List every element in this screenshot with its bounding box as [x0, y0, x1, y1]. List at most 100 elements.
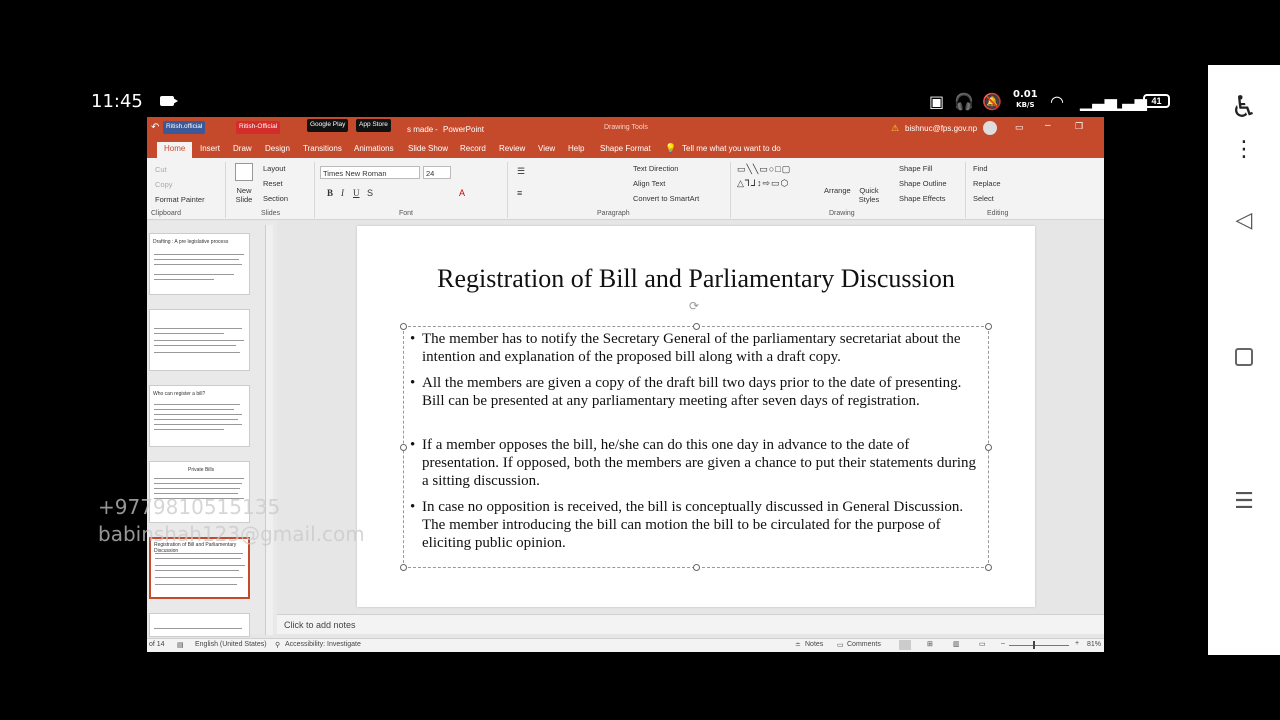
thumbnail-title: Drafting : A pre legislative process	[153, 239, 229, 245]
accessibility-icon[interactable]: ♿	[1208, 90, 1280, 125]
slide-count: of 14	[149, 641, 165, 648]
align-left-icon[interactable]: ≡	[517, 188, 522, 198]
format-painter-button[interactable]: Format Painter	[155, 195, 205, 204]
home-icon[interactable]	[1208, 348, 1280, 370]
tab-review[interactable]: Review	[499, 144, 525, 153]
reset-button[interactable]: Reset	[263, 179, 283, 188]
text-direction-button[interactable]: Text Direction	[633, 164, 678, 173]
resize-handle[interactable]	[400, 323, 407, 330]
thumbnail-slide[interactable]	[149, 309, 250, 371]
wifi-icon: ◠	[1050, 92, 1064, 111]
tab-shape-format[interactable]: Shape Format	[600, 144, 651, 153]
user-account[interactable]: bishnuc@fps.gov.np	[905, 124, 977, 133]
tab-draw[interactable]: Draw	[233, 144, 252, 153]
thumbnail-slide[interactable]: Drafting : A pre legislative process	[149, 233, 250, 295]
normal-view-icon[interactable]	[899, 640, 911, 650]
zoom-slider-thumb[interactable]	[1033, 641, 1035, 649]
cast-icon: ▣	[929, 92, 945, 111]
new-slide-button[interactable]: New Slide	[232, 186, 256, 204]
tab-view[interactable]: View	[538, 144, 555, 153]
font-color-button[interactable]: A	[459, 188, 465, 198]
resize-handle[interactable]	[985, 323, 992, 330]
bullets-icon[interactable]: ☰	[517, 166, 525, 177]
slide-canvas[interactable]: Registration of Bill and Parliamentary D…	[357, 226, 1035, 607]
shapes-gallery-row2[interactable]: △⅂⅃↕⇨▭⬡	[737, 178, 789, 189]
zoom-out-icon[interactable]: –	[1001, 640, 1005, 647]
content-textbox[interactable]: The member has to notify the Secretary G…	[400, 323, 992, 571]
quick-styles-button[interactable]: Quick Styles	[856, 186, 882, 204]
notes-button[interactable]: Notes	[805, 641, 823, 648]
youtube-badge: Ritish-Official	[236, 121, 281, 134]
paragraph-group-label: Paragraph	[597, 210, 630, 217]
accessibility-status[interactable]: Accessibility: Investigate	[285, 641, 361, 648]
notes-pane[interactable]: Click to add notes	[277, 614, 1104, 634]
status-time: 11:45	[91, 91, 143, 112]
undo-icon[interactable]: ↶	[151, 122, 159, 133]
copy-button[interactable]: Copy	[155, 180, 173, 189]
find-button[interactable]: Find	[973, 164, 988, 173]
align-text-button[interactable]: Align Text	[633, 179, 665, 188]
bullet-point: All the members are given a copy of the …	[410, 374, 982, 410]
section-button[interactable]: Section	[263, 194, 288, 203]
shape-fill-button[interactable]: Shape Fill	[899, 164, 932, 173]
resize-handle[interactable]	[693, 564, 700, 571]
bullet-point: The member has to notify the Secretary G…	[410, 330, 982, 366]
shape-outline-button[interactable]: Shape Outline	[899, 179, 947, 188]
recents-icon[interactable]: ☰	[1208, 489, 1280, 514]
underline-button[interactable]: U	[353, 188, 360, 198]
ribbon-display-icon[interactable]: ▭	[1015, 122, 1024, 133]
slide-sorter-icon[interactable]: ⊞	[927, 640, 933, 648]
resize-handle[interactable]	[985, 444, 992, 451]
tab-transitions[interactable]: Transitions	[303, 144, 342, 153]
tab-insert[interactable]: Insert	[200, 144, 220, 153]
shadow-button[interactable]: S	[367, 188, 373, 198]
rotate-handle-icon[interactable]: ⟳	[689, 299, 699, 313]
tab-home[interactable]: Home	[157, 142, 193, 158]
tell-me-search[interactable]: Tell me what you want to do	[682, 144, 781, 153]
bold-button[interactable]: B	[327, 188, 333, 198]
zoom-slider[interactable]	[1009, 645, 1069, 646]
screen-record-icon	[160, 96, 178, 106]
comments-button[interactable]: Comments	[847, 641, 881, 648]
cut-button[interactable]: Cut	[155, 165, 167, 174]
resize-handle[interactable]	[400, 444, 407, 451]
zoom-level[interactable]: 81%	[1087, 641, 1101, 648]
restore-icon[interactable]: ❐	[1075, 121, 1083, 132]
resize-handle[interactable]	[693, 323, 700, 330]
back-icon[interactable]: ◁	[1208, 208, 1280, 233]
font-family-select[interactable]: Times New Roman	[320, 166, 420, 179]
italic-button[interactable]: I	[341, 188, 344, 198]
resize-handle[interactable]	[400, 564, 407, 571]
network-speed: 0.01 KB/S	[1013, 90, 1038, 110]
shape-effects-button[interactable]: Shape Effects	[899, 194, 946, 203]
tab-record[interactable]: Record	[460, 144, 486, 153]
layout-button[interactable]: Layout	[263, 164, 286, 173]
arrange-button[interactable]: Arrange	[824, 186, 851, 195]
convert-smartart-button[interactable]: Convert to SmartArt	[633, 194, 699, 203]
avatar[interactable]	[983, 121, 997, 135]
thumbnail-slide[interactable]	[149, 613, 250, 637]
resize-handle[interactable]	[985, 564, 992, 571]
slideshow-icon[interactable]: ▭	[979, 640, 986, 648]
replace-button[interactable]: Replace	[973, 179, 1001, 188]
reading-view-icon[interactable]: ▥	[953, 640, 960, 648]
spelling-icon[interactable]: ▤	[177, 641, 184, 649]
tab-help[interactable]: Help	[568, 144, 584, 153]
document-title: s made	[407, 125, 434, 134]
thumbnail-slide[interactable]: Who can register a bill?	[149, 385, 250, 447]
shapes-gallery[interactable]: ▭╲╲▭○□▢	[737, 164, 791, 175]
tab-animations[interactable]: Animations	[354, 144, 394, 153]
facebook-badge: Ritish.official	[163, 121, 206, 134]
font-size-select[interactable]: 24	[423, 166, 451, 179]
tab-design[interactable]: Design	[265, 144, 290, 153]
language-indicator[interactable]: English (United States)	[195, 641, 267, 648]
thumbnails-scrollbar[interactable]	[265, 225, 273, 635]
more-options-icon[interactable]: ⋮	[1208, 137, 1280, 162]
minimize-icon[interactable]: –	[1045, 120, 1051, 131]
powerpoint-window: ↶ Ritish.official Ritish-Official Google…	[147, 117, 1104, 652]
font-group-label: Font	[399, 210, 414, 217]
zoom-in-icon[interactable]: +	[1075, 640, 1079, 647]
slide-title[interactable]: Registration of Bill and Parliamentary D…	[357, 264, 1035, 294]
select-button[interactable]: Select	[973, 194, 994, 203]
tab-slide-show[interactable]: Slide Show	[408, 144, 448, 153]
